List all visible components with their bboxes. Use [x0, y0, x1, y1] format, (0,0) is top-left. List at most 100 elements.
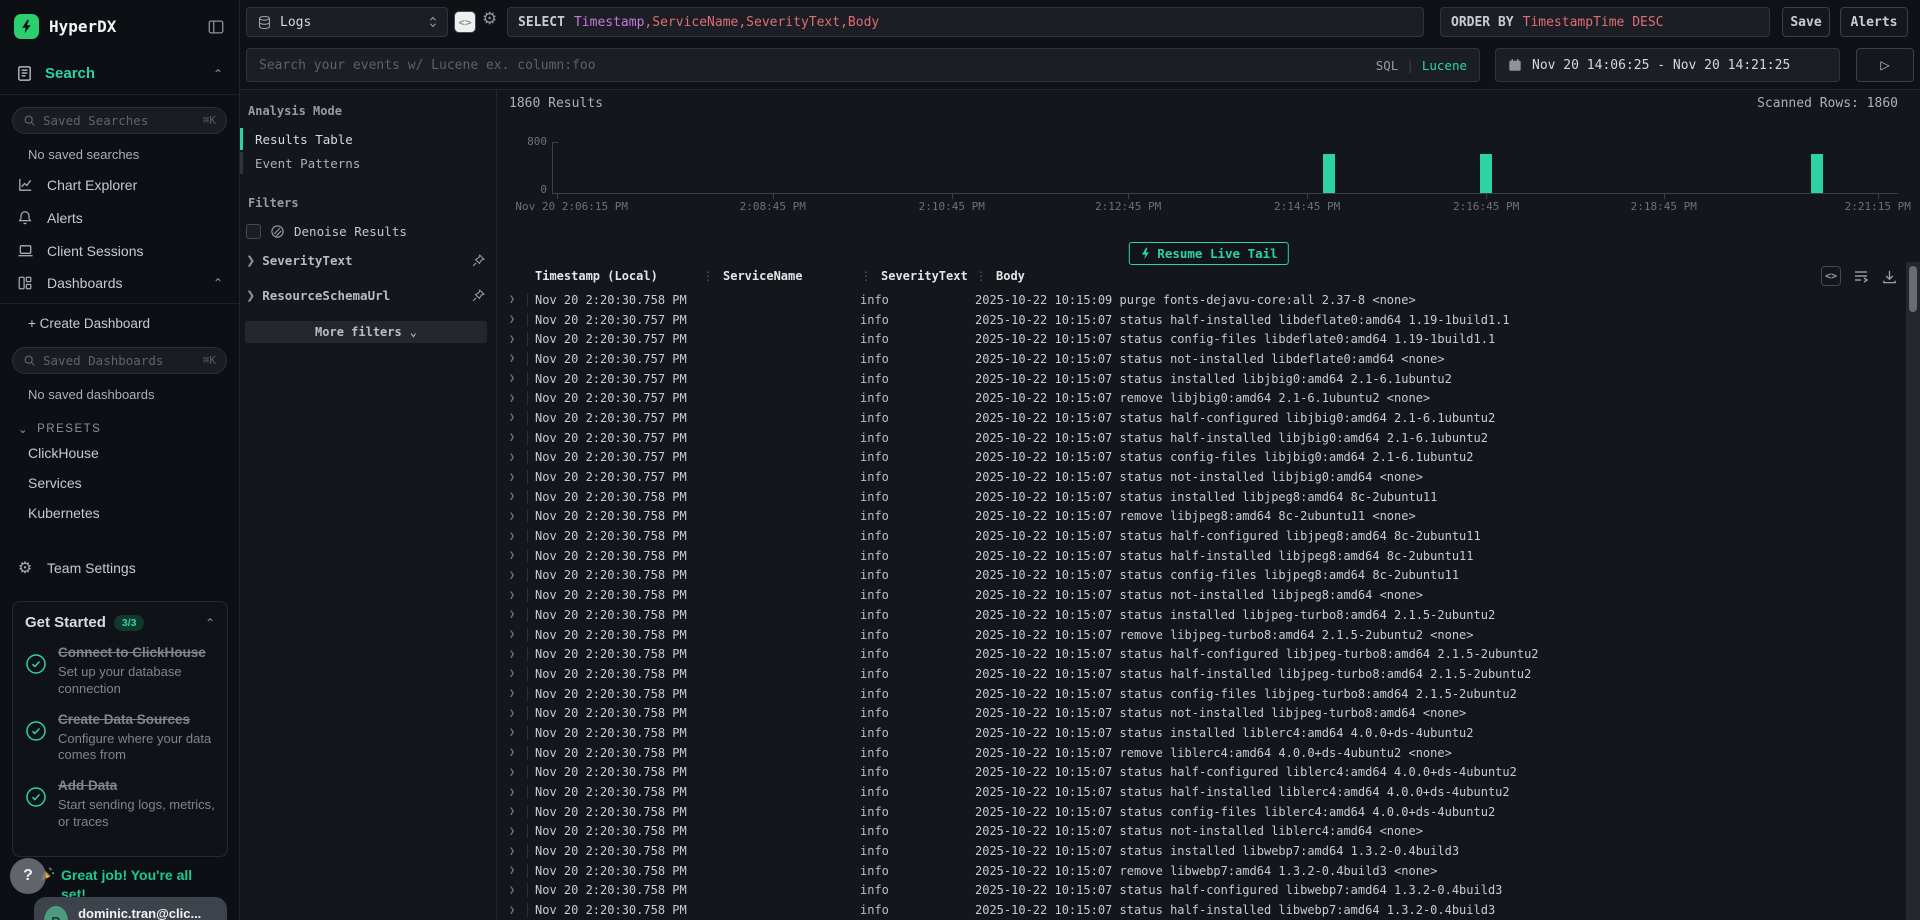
sidebar-item-client-sessions[interactable]: Client Sessions	[0, 234, 239, 267]
table-row[interactable]: ❯Nov 20 2:20:30.758 PMinfo2025-10-22 10:…	[497, 782, 1906, 802]
table-row[interactable]: ❯Nov 20 2:20:30.757 PMinfo2025-10-22 10:…	[497, 349, 1906, 369]
source-selector[interactable]: Logs	[246, 7, 448, 37]
expand-row-chevron-icon[interactable]: ❯	[497, 688, 527, 699]
run-query-button[interactable]: ▷	[1856, 48, 1914, 82]
table-row[interactable]: ❯Nov 20 2:20:30.758 PMinfo2025-10-22 10:…	[497, 802, 1906, 822]
table-row[interactable]: ❯Nov 20 2:20:30.758 PMinfo2025-10-22 10:…	[497, 664, 1906, 684]
sidebar-item-dashboards[interactable]: Dashboards ⌃	[0, 267, 239, 299]
mode-event-patterns[interactable]: Event Patterns	[240, 152, 488, 174]
expand-row-chevron-icon[interactable]: ❯	[497, 590, 527, 601]
table-row[interactable]: ❯Nov 20 2:20:30.758 PMinfo2025-10-22 10:…	[497, 644, 1906, 664]
sidebar-item-team-settings[interactable]: ⚙ Team Settings	[0, 550, 239, 586]
mode-results-table[interactable]: Results Table	[240, 128, 488, 150]
table-row[interactable]: ❯Nov 20 2:20:30.758 PMinfo2025-10-22 10:…	[497, 684, 1906, 704]
expand-row-chevron-icon[interactable]: ❯	[497, 314, 527, 325]
table-row[interactable]: ❯Nov 20 2:20:30.758 PMinfo2025-10-22 10:…	[497, 546, 1906, 566]
orderby-input[interactable]: ORDER BY TimestampTime DESC	[1440, 7, 1770, 37]
denoise-checkbox[interactable]	[246, 224, 261, 239]
expand-row-chevron-icon[interactable]: ❯	[497, 570, 527, 581]
sidebar-item-search[interactable]: Search ⌃	[0, 49, 239, 95]
expand-row-chevron-icon[interactable]: ❯	[497, 432, 527, 443]
sidebar-item-chart-explorer[interactable]: Chart Explorer	[0, 168, 239, 201]
table-row[interactable]: ❯Nov 20 2:20:30.758 PMinfo2025-10-22 10:…	[497, 605, 1906, 625]
chart-plot[interactable]	[552, 142, 1898, 194]
chevron-up-icon[interactable]: ⌃	[205, 616, 215, 630]
help-button[interactable]: ?	[10, 858, 46, 894]
expand-row-chevron-icon[interactable]: ❯	[497, 353, 527, 364]
get-started-header[interactable]: Get Started 3/3 ⌃	[25, 614, 215, 631]
expand-row-chevron-icon[interactable]: ❯	[497, 491, 527, 502]
saved-dashboards-input[interactable]: Saved Dashboards ⌘K	[12, 347, 227, 374]
expand-row-chevron-icon[interactable]: ❯	[497, 294, 527, 305]
more-filters-button[interactable]: More filters ⌄	[245, 321, 487, 343]
table-row[interactable]: ❯Nov 20 2:20:30.758 PMinfo2025-10-22 10:…	[497, 487, 1906, 507]
sidebar-preset-kubernetes[interactable]: Kubernetes	[0, 498, 239, 528]
table-row[interactable]: ❯Nov 20 2:20:30.758 PMinfo2025-10-22 10:…	[497, 625, 1906, 645]
chevron-up-icon[interactable]: ⌃	[213, 67, 223, 81]
expand-row-chevron-icon[interactable]: ❯	[497, 846, 527, 857]
table-row[interactable]: ❯Nov 20 2:20:30.757 PMinfo2025-10-22 10:…	[497, 408, 1906, 428]
histogram-bar[interactable]	[1811, 154, 1823, 193]
get-started-item[interactable]: Connect to ClickHouse Set up your databa…	[25, 644, 215, 698]
expand-row-chevron-icon[interactable]: ❯	[497, 668, 527, 679]
sidebar-item-alerts[interactable]: Alerts	[0, 201, 239, 234]
table-row[interactable]: ❯Nov 20 2:20:30.758 PMinfo2025-10-22 10:…	[497, 290, 1906, 310]
table-row[interactable]: ❯Nov 20 2:20:30.757 PMinfo2025-10-22 10:…	[497, 428, 1906, 448]
expand-row-chevron-icon[interactable]: ❯	[497, 511, 527, 522]
language-sql-option[interactable]: SQL	[1376, 58, 1399, 73]
expand-row-chevron-icon[interactable]: ❯	[497, 885, 527, 896]
table-row[interactable]: ❯Nov 20 2:20:30.758 PMinfo2025-10-22 10:…	[497, 743, 1906, 763]
filter-group-resourceschemaurl[interactable]: ❯ ResourceSchemaUrl	[240, 278, 488, 313]
expand-row-chevron-icon[interactable]: ❯	[497, 373, 527, 384]
sidebar-preset-clickhouse[interactable]: ClickHouse	[0, 438, 239, 468]
expand-row-chevron-icon[interactable]: ❯	[497, 747, 527, 758]
pin-icon[interactable]	[471, 253, 486, 268]
table-row[interactable]: ❯Nov 20 2:20:30.757 PMinfo2025-10-22 10:…	[497, 467, 1906, 487]
sidebar-preset-services[interactable]: Services	[0, 468, 239, 498]
scrollbar-thumb[interactable]	[1909, 266, 1917, 312]
expand-row-chevron-icon[interactable]: ❯	[497, 393, 527, 404]
expand-row-chevron-icon[interactable]: ❯	[497, 472, 527, 483]
save-button[interactable]: Save	[1782, 7, 1830, 37]
presets-toggle[interactable]: ⌄ PRESETS	[0, 408, 239, 438]
table-row[interactable]: ❯Nov 20 2:20:30.757 PMinfo2025-10-22 10:…	[497, 310, 1906, 330]
source-settings-gear-icon[interactable]: ⚙	[482, 9, 497, 29]
table-row[interactable]: ❯Nov 20 2:20:30.758 PMinfo2025-10-22 10:…	[497, 822, 1906, 842]
table-row[interactable]: ❯Nov 20 2:20:30.758 PMinfo2025-10-22 10:…	[497, 861, 1906, 881]
table-row[interactable]: ❯Nov 20 2:20:30.758 PMinfo2025-10-22 10:…	[497, 763, 1906, 783]
table-row[interactable]: ❯Nov 20 2:20:30.757 PMinfo2025-10-22 10:…	[497, 388, 1906, 408]
code-view-button[interactable]: <>	[454, 11, 476, 33]
table-row[interactable]: ❯Nov 20 2:20:30.757 PMinfo2025-10-22 10:…	[497, 369, 1906, 389]
collapse-sidebar-icon[interactable]	[207, 18, 225, 36]
histogram-bar[interactable]	[1323, 154, 1335, 193]
filter-group-severitytext[interactable]: ❯ SeverityText	[240, 243, 488, 278]
expand-row-chevron-icon[interactable]: ❯	[497, 629, 527, 640]
saved-searches-input[interactable]: Saved Searches ⌘K	[12, 107, 227, 134]
column-header-body[interactable]: Body	[967, 269, 1906, 283]
column-header-severitytext[interactable]: SeverityText	[852, 269, 967, 283]
table-row[interactable]: ❯Nov 20 2:20:30.758 PMinfo2025-10-22 10:…	[497, 881, 1906, 901]
expand-row-chevron-icon[interactable]: ❯	[497, 649, 527, 660]
search-events-input[interactable]: Search your events w/ Lucene ex. column:…	[246, 48, 1480, 82]
expand-row-chevron-icon[interactable]: ❯	[497, 865, 527, 876]
column-header-servicename[interactable]: ServiceName	[694, 269, 852, 283]
expand-row-chevron-icon[interactable]: ❯	[497, 767, 527, 778]
column-header-timestamp[interactable]: Timestamp (Local)	[527, 269, 694, 283]
vertical-scrollbar[interactable]	[1906, 262, 1920, 920]
chevron-up-icon[interactable]: ⌃	[213, 276, 223, 290]
select-query-input[interactable]: SELECT Timestamp,ServiceName,SeverityTex…	[507, 7, 1424, 37]
expand-row-chevron-icon[interactable]: ❯	[497, 806, 527, 817]
expand-row-chevron-icon[interactable]: ❯	[497, 452, 527, 463]
expand-row-chevron-icon[interactable]: ❯	[497, 787, 527, 798]
table-row[interactable]: ❯Nov 20 2:20:30.757 PMinfo2025-10-22 10:…	[497, 329, 1906, 349]
table-row[interactable]: ❯Nov 20 2:20:30.758 PMinfo2025-10-22 10:…	[497, 841, 1906, 861]
create-dashboard-button[interactable]: + Create Dashboard	[0, 304, 239, 335]
alerts-button[interactable]: Alerts	[1840, 7, 1908, 37]
table-row[interactable]: ❯Nov 20 2:20:30.758 PMinfo2025-10-22 10:…	[497, 507, 1906, 527]
resume-live-tail-button[interactable]: Resume Live Tail	[1128, 242, 1288, 265]
get-started-item[interactable]: Create Data Sources Configure where your…	[25, 711, 215, 765]
table-row[interactable]: ❯Nov 20 2:20:30.758 PMinfo2025-10-22 10:…	[497, 723, 1906, 743]
expand-row-chevron-icon[interactable]: ❯	[497, 609, 527, 620]
expand-row-chevron-icon[interactable]: ❯	[497, 412, 527, 423]
date-range-picker[interactable]: Nov 20 14:06:25 - Nov 20 14:21:25	[1495, 48, 1840, 82]
